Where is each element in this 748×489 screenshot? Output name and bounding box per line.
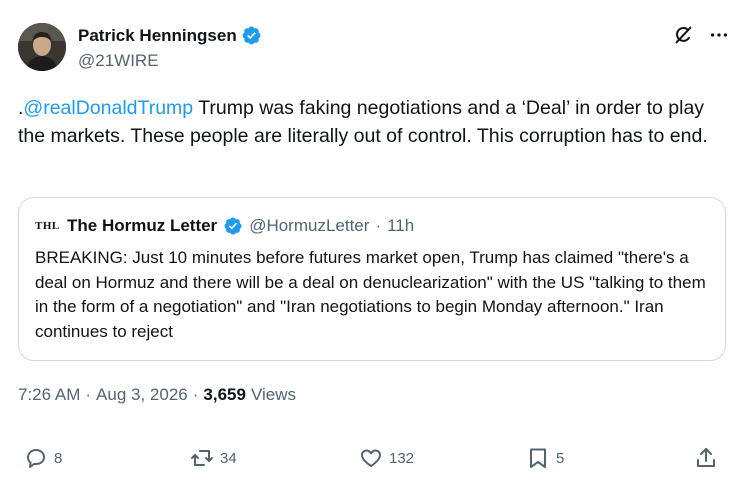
share-icon xyxy=(697,448,715,467)
quote-avatar-logo[interactable]: THL xyxy=(35,220,61,232)
author-handle[interactable]: @21WIRE xyxy=(78,51,159,71)
tweet-date[interactable]: Aug 3, 2026 xyxy=(96,385,188,405)
quote-separator: · xyxy=(375,216,382,235)
reply-count: 8 xyxy=(54,449,63,467)
repost-button[interactable]: 34 xyxy=(190,446,237,470)
repost-icon xyxy=(191,450,213,466)
action-bar: 8 34 132 5 xyxy=(18,446,730,474)
bookmark-count: 5 xyxy=(556,449,565,467)
author-avatar[interactable] xyxy=(18,23,66,71)
tweet-meta: 7:26 AM · Aug 3, 2026 · 3,659 Views xyxy=(18,385,296,405)
repost-count: 34 xyxy=(220,449,237,467)
share-button[interactable] xyxy=(694,446,718,470)
like-icon xyxy=(361,449,381,467)
meta-separator: · xyxy=(85,385,92,404)
quote-body: BREAKING: Just 10 minutes before futures… xyxy=(35,248,706,341)
meta-separator: · xyxy=(192,385,199,404)
verified-badge-icon xyxy=(223,216,243,236)
quote-timestamp[interactable]: 11h xyxy=(387,216,414,236)
more-icon[interactable] xyxy=(708,24,730,46)
top-actions xyxy=(672,24,730,46)
like-count: 132 xyxy=(389,449,415,467)
bookmark-icon xyxy=(530,448,546,468)
author-name-row: Patrick Henningsen xyxy=(78,25,262,46)
reply-icon xyxy=(27,449,45,468)
quote-header: THL The Hormuz Letter @HormuzLetter · 11… xyxy=(35,216,414,236)
quote-handle[interactable]: @HormuzLetter xyxy=(249,216,369,236)
quoted-tweet[interactable]: THL The Hormuz Letter @HormuzLetter · 11… xyxy=(18,197,726,361)
reply-button[interactable]: 8 xyxy=(24,446,62,470)
bookmark-button[interactable]: 5 xyxy=(526,446,564,470)
views-label: Views xyxy=(250,385,297,404)
like-button[interactable]: 132 xyxy=(359,446,414,470)
views-count: 3,659 xyxy=(203,385,246,404)
mention-link[interactable]: @realDonaldTrump xyxy=(23,97,193,119)
author-display-name[interactable]: Patrick Henningsen xyxy=(78,26,237,46)
tweet-time[interactable]: 7:26 AM xyxy=(18,385,80,405)
tweet-text: .@realDonaldTrump Trump was faking negot… xyxy=(18,94,730,150)
grok-icon[interactable] xyxy=(672,24,694,46)
quote-display-name[interactable]: The Hormuz Letter xyxy=(67,216,217,236)
verified-badge-icon xyxy=(241,25,262,46)
